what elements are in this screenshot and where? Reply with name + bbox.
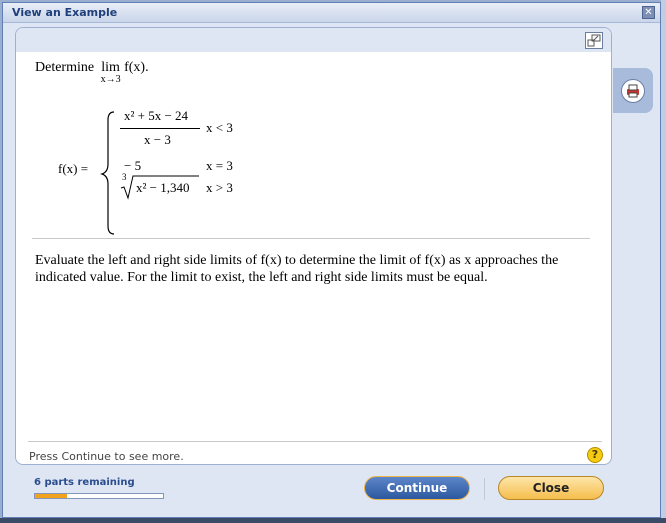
row3-root-index: 3 — [122, 172, 127, 182]
lim-subscript: x→3 — [100, 74, 121, 85]
piecewise-definition: f(x) = x² + 5x − 24 x − 3 x < 3 − 5 x = … — [56, 108, 256, 238]
question-prompt: Determine lim x→3 f(x). — [35, 60, 149, 85]
background-strip — [0, 518, 666, 523]
button-divider — [484, 478, 485, 500]
explanation-text: Evaluate the left and right side limits … — [35, 253, 559, 285]
example-panel: Determine lim x→3 f(x). f(x) = x² + 5x −… — [15, 27, 612, 465]
progress-bar — [34, 493, 164, 499]
parts-remaining-label: 6 parts remaining — [34, 477, 135, 488]
continue-hint: Press Continue to see more. — [29, 450, 184, 463]
help-icon[interactable]: ? — [587, 447, 603, 463]
radical-icon — [120, 175, 199, 200]
prompt-word: Determine — [35, 60, 95, 75]
title-bar: View an Example ✕ — [3, 3, 660, 23]
row3-condition: x > 3 — [206, 180, 233, 195]
continue-button[interactable]: Continue — [364, 476, 470, 500]
example-dialog: View an Example ✕ Determine lim x→3 f(x)… — [2, 2, 661, 518]
lim-function: f(x). — [124, 60, 149, 75]
footer-divider — [28, 441, 602, 442]
progress-fill — [35, 494, 67, 498]
window-title: View an Example — [12, 6, 118, 19]
content-divider — [32, 238, 590, 239]
lim-word: lim — [101, 60, 120, 75]
window-scrollbar[interactable] — [661, 0, 666, 518]
expand-icon[interactable] — [585, 32, 603, 49]
side-tab — [613, 68, 653, 113]
panel-header — [16, 28, 611, 52]
close-icon[interactable]: ✕ — [642, 6, 655, 19]
limit-notation: lim x→3 — [101, 60, 121, 85]
row3-radicand: x² − 1,340 — [136, 180, 190, 195]
close-button[interactable]: Close — [498, 476, 604, 500]
print-icon[interactable] — [621, 79, 645, 103]
